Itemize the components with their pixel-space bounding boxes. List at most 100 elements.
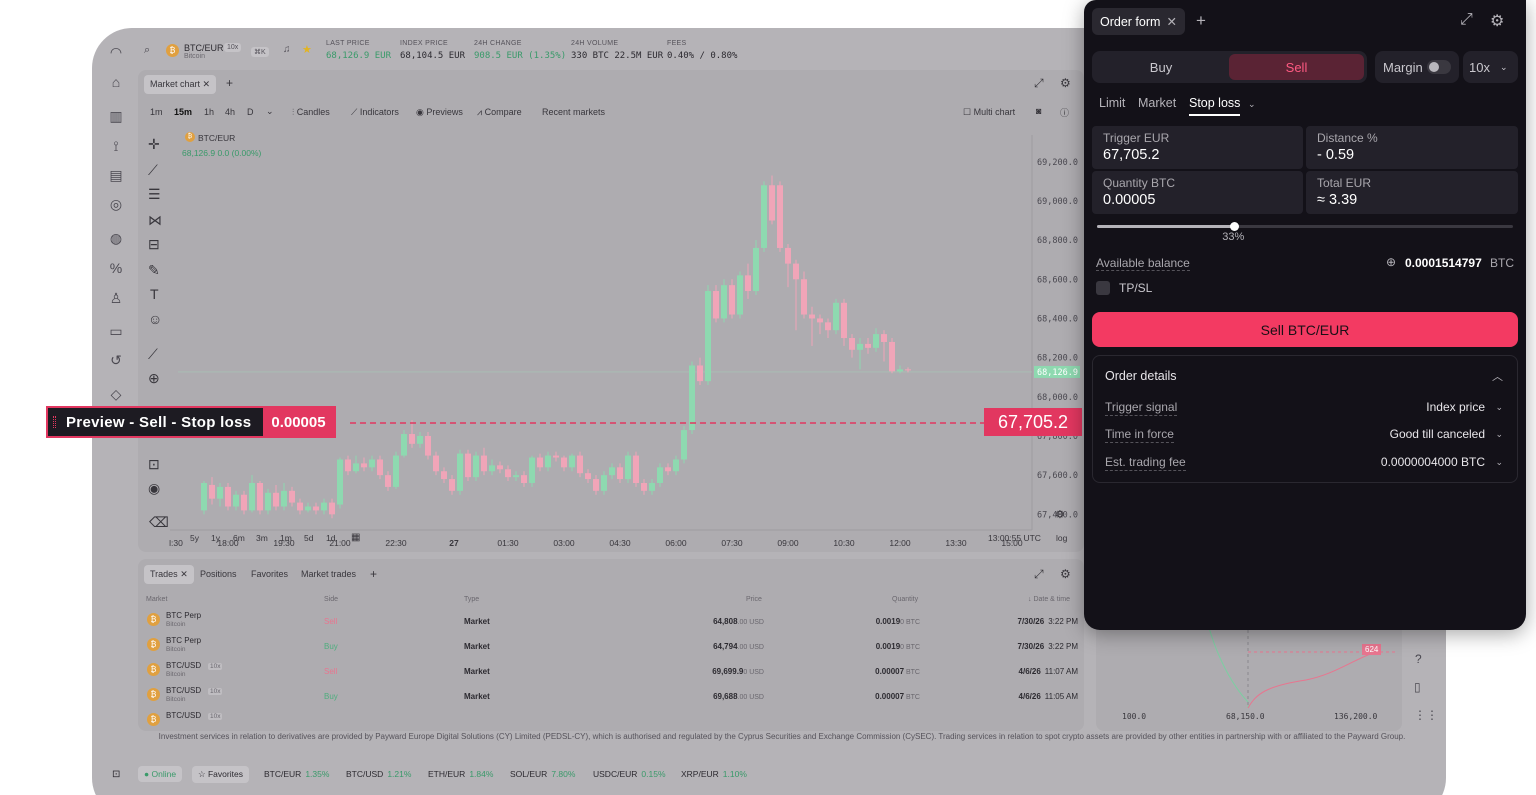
ticker-btc-eur[interactable]: BTC/EUR 1.35%: [264, 769, 329, 779]
col-datetime[interactable]: ↓ Date & time: [1028, 596, 1070, 603]
candle-body: [337, 459, 343, 505]
col-quantity[interactable]: Quantity: [892, 596, 918, 603]
row-leverage-badge: 10x: [208, 713, 223, 720]
history-icon[interactable]: ↺: [106, 350, 126, 370]
sidebar-toggle-icon[interactable]: ⊡: [112, 769, 120, 780]
percent-icon[interactable]: %: [106, 258, 126, 278]
deposit-plus-icon[interactable]: ⊕: [1386, 255, 1396, 269]
trigger-field[interactable]: Trigger EUR 67,705.2: [1092, 126, 1303, 169]
candlestick-chart[interactable]: 69,200.0 69,000.0 68,800.0 68,600.0 68,400.0…: [138, 70, 1084, 552]
trigger-signal-value[interactable]: Index price: [1426, 400, 1485, 414]
distance-field[interactable]: Distance % - 0.59: [1306, 126, 1518, 169]
quantity-field[interactable]: Quantity BTC 0.00005: [1092, 171, 1303, 214]
target-icon[interactable]: ◎: [106, 194, 126, 214]
close-icon[interactable]: ✕: [1166, 14, 1176, 29]
row-price: 64,808.00 USD: [713, 617, 764, 626]
leverage-select[interactable]: 10x ⌄: [1463, 51, 1518, 83]
quantity-slider[interactable]: [1097, 222, 1513, 231]
time-tick: 04:30: [609, 538, 631, 548]
favorites-button[interactable]: ☆ Favorites: [192, 766, 249, 783]
tag-icon[interactable]: ◇: [106, 384, 126, 404]
slider-knob[interactable]: [1230, 222, 1240, 231]
time-in-force-value[interactable]: Good till canceled: [1390, 427, 1485, 441]
tab-order-form[interactable]: Order form ✕: [1092, 8, 1185, 35]
chevron-down-icon[interactable]: ⌄: [1248, 99, 1256, 110]
trade-icon[interactable]: ▥: [106, 106, 126, 126]
range-1y[interactable]: 1y: [211, 533, 220, 543]
orders-icon[interactable]: ▤: [106, 165, 126, 185]
col-type[interactable]: Type: [464, 596, 479, 603]
candle-body: [265, 492, 271, 511]
ticker-eth-eur[interactable]: ETH/EUR 1.84%: [428, 769, 493, 779]
add-tab-icon[interactable]: +: [1196, 11, 1206, 31]
book-icon[interactable]: ▯: [1414, 680, 1421, 694]
order-type-stop-loss[interactable]: Stop loss: [1189, 96, 1241, 116]
pair-selector[interactable]: BTC/EUR Bitcoin: [184, 43, 224, 60]
depth-chart-panel: 624 100.0 68,150.0 136,200.0: [1096, 623, 1402, 731]
chevron-down-icon[interactable]: ⌄: [1495, 402, 1503, 413]
expand-icon[interactable]: ⤢: [1460, 11, 1473, 29]
ticker-usdc-eur[interactable]: USDC/EUR 0.15%: [593, 769, 666, 779]
candle-body: [497, 465, 503, 470]
total-field[interactable]: Total EUR ≈ 3.39: [1306, 171, 1518, 214]
markets-icon[interactable]: ⟟: [106, 136, 126, 156]
range-6m[interactable]: 6m: [233, 533, 245, 543]
row-quantity: 0.00007 BTC: [875, 692, 920, 701]
stat-fees[interactable]: FEES 0.40% / 0.80%: [667, 40, 737, 61]
order-type-limit[interactable]: Limit: [1099, 96, 1125, 110]
time-tick: 22:30: [385, 538, 407, 548]
chevron-down-icon[interactable]: ⌄: [1495, 429, 1503, 440]
ticker-xrp-eur[interactable]: XRP/EUR 1.10%: [681, 769, 747, 779]
bell-icon[interactable]: ♫: [283, 44, 291, 55]
help-icon[interactable]: ?: [1415, 652, 1422, 666]
wallet-icon[interactable]: ▭: [106, 321, 126, 341]
col-side[interactable]: Side: [324, 596, 338, 603]
expand-icon[interactable]: ⤢: [1034, 567, 1044, 582]
submit-sell-button[interactable]: Sell BTC/EUR: [1092, 312, 1518, 347]
chevron-down-icon[interactable]: ⌄: [1495, 457, 1503, 468]
candle-body: [553, 455, 559, 458]
range-3m[interactable]: 3m: [256, 533, 268, 543]
log-scale-toggle[interactable]: log: [1056, 533, 1067, 543]
home-icon[interactable]: ⌂: [106, 72, 126, 92]
range-1m[interactable]: 1m: [280, 533, 292, 543]
range-5y[interactable]: 5y: [190, 533, 199, 543]
available-balance-label: Available balance: [1096, 256, 1190, 271]
range-1d[interactable]: 1d: [326, 533, 335, 543]
tpsl-checkbox[interactable]: [1096, 281, 1110, 295]
grid-icon[interactable]: ⋮⋮: [1414, 708, 1438, 722]
star-icon[interactable]: ★: [302, 43, 312, 56]
candle-body: [905, 369, 911, 371]
tab-trades[interactable]: Trades ✕: [144, 565, 194, 584]
order-type-market[interactable]: Market: [1138, 96, 1176, 110]
ticker-sol-eur[interactable]: SOL/EUR 7.80%: [510, 769, 575, 779]
earn-icon[interactable]: ◍: [106, 228, 126, 248]
candle-body: [489, 465, 495, 472]
candle-body: [473, 455, 479, 478]
tab-favorites[interactable]: Favorites: [251, 569, 288, 579]
kraken-logo-icon[interactable]: ◠: [106, 42, 126, 62]
settings-sliders-icon[interactable]: ⚙: [1490, 11, 1504, 31]
sell-button[interactable]: Sell: [1229, 54, 1364, 80]
time-tick: 07:30: [721, 538, 743, 548]
tab-positions[interactable]: Positions: [200, 569, 237, 579]
preview-order-label[interactable]: Preview - Sell - Stop loss 0.00005: [46, 406, 336, 438]
tab-market-trades[interactable]: Market trades: [301, 569, 356, 579]
chevron-up-icon[interactable]: ︿: [1492, 368, 1503, 384]
settings-sliders-icon[interactable]: ⚙: [1060, 567, 1071, 581]
ticker-btc-usd[interactable]: BTC/USD 1.21%: [346, 769, 411, 779]
col-market[interactable]: Market: [146, 596, 167, 603]
range-5d[interactable]: 5d: [304, 533, 313, 543]
candle-body: [785, 247, 791, 264]
search-icon[interactable]: ⌕: [144, 44, 150, 57]
candle-body: [529, 457, 535, 483]
add-tab-icon[interactable]: +: [370, 567, 377, 581]
col-price[interactable]: Price: [746, 596, 762, 603]
margin-toggle[interactable]: Margin: [1375, 51, 1459, 83]
chart-settings-icon[interactable]: ⚙: [1055, 508, 1065, 521]
buy-button[interactable]: Buy: [1096, 54, 1226, 80]
drag-handle-icon[interactable]: [53, 416, 56, 428]
account-icon[interactable]: ♙: [106, 288, 126, 308]
margin-switch[interactable]: [1427, 60, 1451, 74]
calendar-icon[interactable]: ▦: [351, 532, 360, 543]
